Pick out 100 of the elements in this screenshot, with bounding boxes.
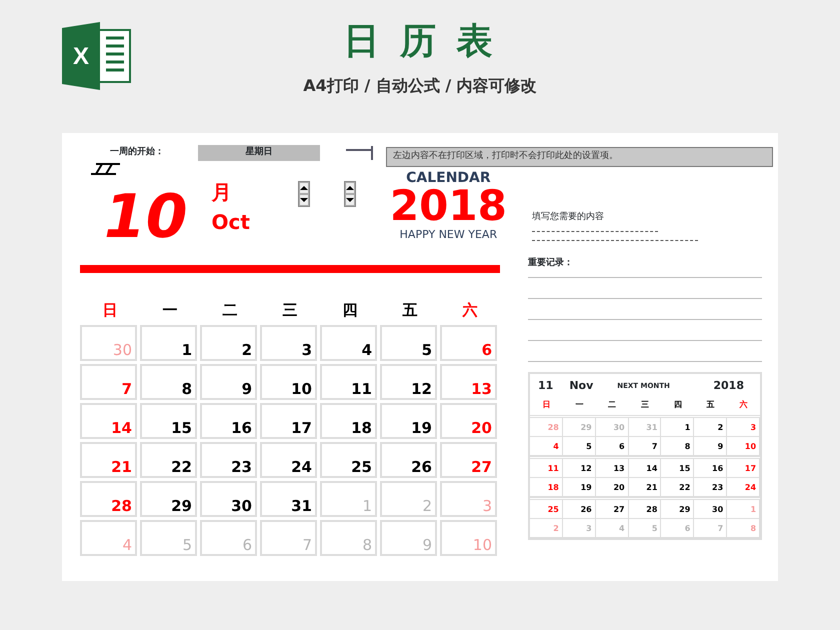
- up-arrow-icon: [346, 186, 354, 190]
- next-month-number: 11: [538, 378, 554, 394]
- bracket-icon: [346, 146, 374, 160]
- greeting-text: HAPPY NEW YEAR: [398, 227, 498, 243]
- day-cell[interactable]: 24: [260, 442, 317, 478]
- day-cell[interactable]: 10: [260, 364, 317, 400]
- day-cell[interactable]: 7: [628, 436, 662, 456]
- day-cell[interactable]: 21: [80, 442, 137, 478]
- month-english: Oct: [212, 211, 250, 233]
- day-cell[interactable]: 27: [596, 500, 629, 518]
- day-cell[interactable]: 2: [200, 324, 257, 360]
- weekday-header: 五: [706, 398, 716, 410]
- day-cell[interactable]: 20: [440, 402, 497, 438]
- day-cell[interactable]: 2: [694, 418, 728, 436]
- day-cell[interactable]: 4: [530, 436, 563, 456]
- day-cell[interactable]: 17: [727, 458, 760, 478]
- month-chinese: 月: [212, 181, 232, 203]
- day-cell[interactable]: 25: [320, 442, 377, 478]
- day-cell[interactable]: 5: [380, 324, 437, 360]
- day-cell[interactable]: 28: [628, 500, 662, 518]
- day-cell[interactable]: 24: [727, 478, 760, 496]
- weekday-header: 日: [541, 398, 552, 410]
- next-month-name: Nov: [569, 378, 594, 394]
- day-cell[interactable]: 9: [694, 436, 728, 456]
- day-cell[interactable]: 12: [562, 458, 596, 478]
- weekday-header: 一: [574, 398, 584, 410]
- weekday-header: 四: [672, 398, 683, 410]
- spreadsheet-logo: X: [62, 22, 132, 92]
- weekday-header: 三: [282, 300, 298, 321]
- day-cell[interactable]: 21: [628, 478, 662, 496]
- day-cell[interactable]: 16: [200, 402, 257, 438]
- day-cell[interactable]: 16: [694, 458, 728, 478]
- day-cell[interactable]: 4: [320, 324, 377, 360]
- weekday-header: 四: [342, 300, 358, 321]
- day-cell[interactable]: 22: [661, 478, 694, 496]
- weekday-header: 六: [461, 300, 478, 321]
- notes-prompt: 填写您需要的内容: [532, 211, 605, 224]
- year-spinner[interactable]: [344, 181, 356, 207]
- day-cell[interactable]: 3: [260, 324, 317, 360]
- day-cell[interactable]: 15: [661, 458, 694, 478]
- day-cell[interactable]: 23: [200, 442, 257, 478]
- weekday-header: 日: [102, 300, 118, 321]
- weekday-header: 六: [738, 398, 749, 410]
- day-cell[interactable]: 29: [661, 500, 694, 518]
- day-cell[interactable]: 22: [140, 442, 197, 478]
- page-subtitle: A4打印 / 自动公式 / 内容可修改: [302, 75, 538, 97]
- next-month-year: 2018: [713, 378, 744, 394]
- day-cell[interactable]: 19: [562, 478, 596, 496]
- day-cell[interactable]: 1: [140, 324, 197, 360]
- print-area-note: 左边内容不在打印区域，打印时不会打印此处的设置项。: [386, 147, 773, 166]
- day-cell[interactable]: 15: [140, 402, 197, 438]
- day-cell[interactable]: 13: [596, 458, 629, 478]
- calendar-label: CALENDAR: [405, 171, 492, 185]
- day-cell[interactable]: 30: [200, 480, 257, 516]
- day-cell[interactable]: 6: [440, 324, 497, 360]
- year-number: 2018: [390, 185, 507, 227]
- day-cell[interactable]: 7: [80, 364, 137, 400]
- day-cell[interactable]: 9: [200, 364, 257, 400]
- day-number: 10: [104, 187, 188, 247]
- weekday-header: 二: [222, 300, 238, 321]
- weekday-header: 三: [640, 398, 650, 410]
- day-cell[interactable]: 6: [596, 436, 629, 456]
- page-title: 日 历 表: [343, 24, 497, 60]
- day-cell[interactable]: 26: [380, 442, 437, 478]
- day-cell[interactable]: 11: [530, 458, 563, 478]
- day-cell[interactable]: 14: [80, 402, 137, 438]
- day-cell[interactable]: 28: [80, 480, 137, 516]
- day-cell[interactable]: 25: [530, 500, 563, 518]
- day-cell[interactable]: 31: [260, 480, 317, 516]
- day-cell[interactable]: 8: [140, 364, 197, 400]
- day-cell[interactable]: 8: [661, 436, 694, 456]
- day-cell[interactable]: 1: [661, 418, 694, 436]
- day-cell[interactable]: 11: [320, 364, 377, 400]
- day-cell[interactable]: 30: [694, 500, 728, 518]
- day-cell[interactable]: 20: [596, 478, 629, 496]
- month-spinner[interactable]: [298, 181, 310, 207]
- day-cell[interactable]: 26: [562, 500, 596, 518]
- down-arrow-icon: [300, 198, 308, 202]
- up-arrow-icon: [300, 186, 308, 190]
- day-cell[interactable]: 5: [562, 436, 596, 456]
- day-cell[interactable]: 19: [380, 402, 437, 438]
- records-label: 重要记录：: [528, 256, 574, 270]
- day-cell[interactable]: 18: [320, 402, 377, 438]
- day-cell[interactable]: 13: [440, 364, 497, 400]
- week-start-field[interactable]: 星期日: [198, 145, 320, 161]
- day-cell[interactable]: 10: [727, 436, 760, 456]
- day-cell[interactable]: 27: [440, 442, 497, 478]
- week-start-label: 一周的开始：: [110, 146, 164, 160]
- day-cell[interactable]: 12: [380, 364, 437, 400]
- day-cell[interactable]: 3: [727, 418, 760, 436]
- day-cell[interactable]: 18: [530, 478, 563, 496]
- scribble-icon: [90, 163, 122, 175]
- day-cell[interactable]: 14: [628, 458, 662, 478]
- down-arrow-icon: [346, 198, 354, 202]
- day-cell[interactable]: 17: [260, 402, 317, 438]
- day-cell[interactable]: 29: [140, 480, 197, 516]
- day-cell[interactable]: 23: [694, 478, 728, 496]
- weekday-header: 五: [402, 300, 418, 321]
- weekday-header: 一: [162, 300, 178, 321]
- weekday-header: 二: [607, 398, 618, 410]
